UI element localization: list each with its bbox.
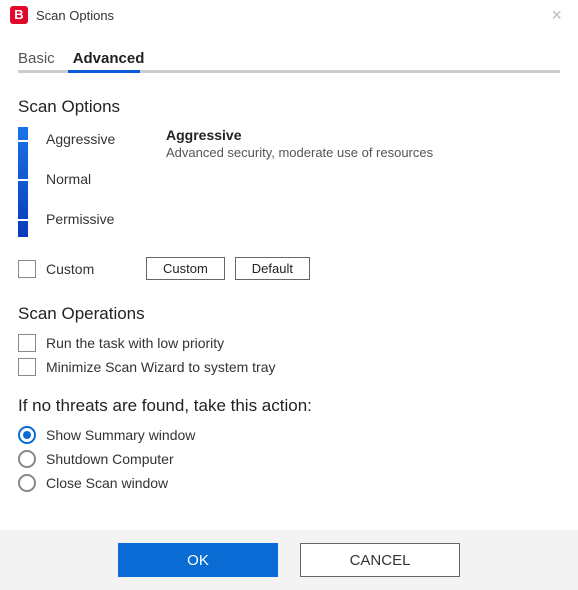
label-custom: Custom [46, 261, 136, 277]
ok-button[interactable]: OK [118, 543, 278, 577]
default-button[interactable]: Default [235, 257, 310, 280]
level-label-normal[interactable]: Normal [46, 171, 91, 187]
label-shutdown-computer: Shutdown Computer [46, 451, 174, 467]
label-low-priority: Run the task with low priority [46, 335, 224, 351]
radio-shutdown-computer[interactable] [18, 450, 36, 468]
checkbox-custom[interactable] [18, 260, 36, 278]
checkbox-minimize-tray[interactable] [18, 358, 36, 376]
tab-active-indicator [68, 70, 140, 73]
custom-button[interactable]: Custom [146, 257, 225, 280]
label-show-summary: Show Summary window [46, 427, 195, 443]
radio-close-scan-window[interactable] [18, 474, 36, 492]
radio-show-summary[interactable] [18, 426, 36, 444]
section-title-no-threats: If no threats are found, take this actio… [18, 396, 560, 416]
close-icon[interactable]: × [545, 6, 568, 24]
app-icon: B [10, 6, 28, 24]
tab-bar: Basic Advanced [0, 28, 578, 73]
selected-level-desc: Advanced security, moderate use of resou… [166, 145, 433, 160]
cancel-button[interactable]: CANCEL [300, 543, 460, 577]
tab-underline [18, 70, 560, 73]
dialog-footer: OK CANCEL [0, 530, 578, 590]
section-title-scan-options: Scan Options [18, 97, 560, 117]
selected-level-name: Aggressive [166, 127, 433, 143]
level-label-aggressive[interactable]: Aggressive [46, 131, 115, 147]
security-level-slider[interactable] [18, 127, 36, 237]
tab-basic[interactable]: Basic [18, 46, 55, 73]
window-title: Scan Options [36, 8, 545, 23]
level-label-permissive[interactable]: Permissive [46, 211, 114, 227]
title-bar: B Scan Options × [0, 0, 578, 28]
label-close-scan-window: Close Scan window [46, 475, 168, 491]
checkbox-low-priority[interactable] [18, 334, 36, 352]
section-title-scan-operations: Scan Operations [18, 304, 560, 324]
tab-advanced[interactable]: Advanced [73, 46, 145, 73]
label-minimize-tray: Minimize Scan Wizard to system tray [46, 359, 276, 375]
